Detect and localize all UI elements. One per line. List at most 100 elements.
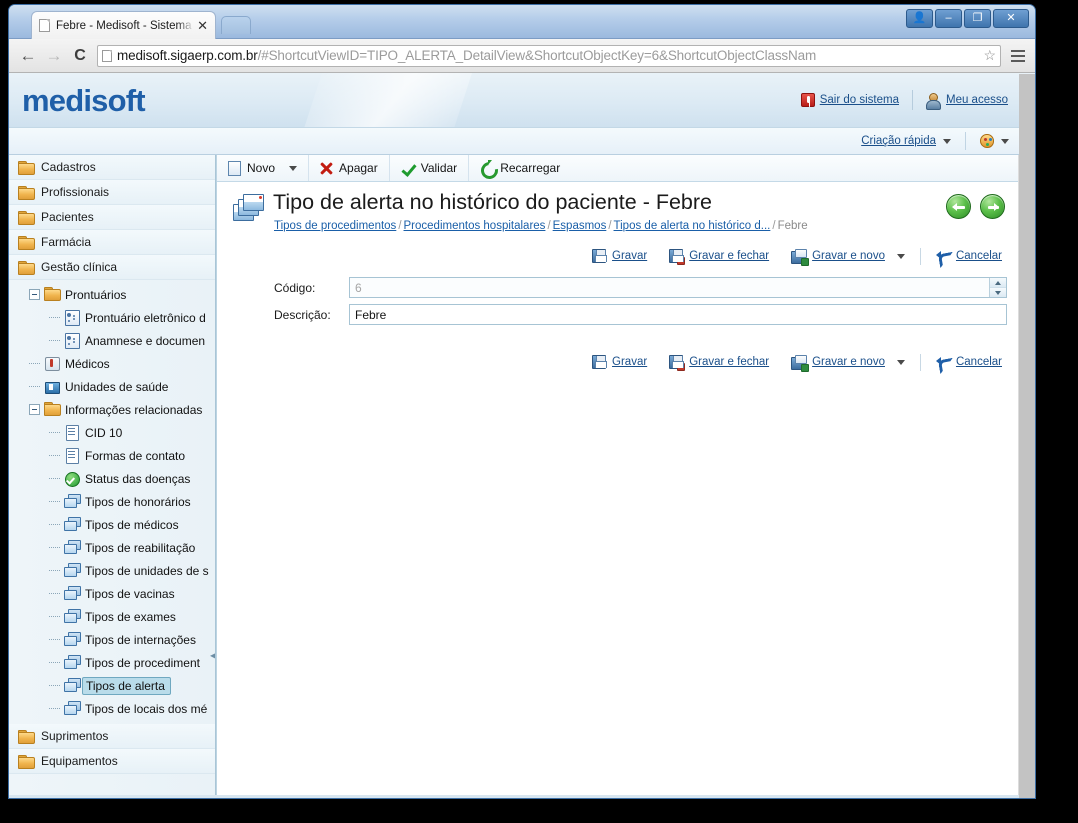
delete-button[interactable]: Apagar [309,155,390,181]
reload-icon[interactable]: C [67,43,93,69]
browser-tab[interactable]: Febre - Medisoft - Sistema de ✕ [31,11,216,39]
descricao-input[interactable] [350,305,1006,324]
tree-item-tipos-de-unidades-de-saude[interactable]: Tipos de unidades de s [9,559,215,582]
save-label[interactable]: Gravar [612,250,647,262]
tree-item-cid-10[interactable]: CID 10 [9,421,215,444]
tree-item-label: Tipos de procediment [85,655,200,670]
save-and-new-button-top[interactable]: Gravar e novo [780,249,916,266]
close-icon[interactable]: ✕ [993,9,1029,28]
tree-item-tipos-de-procedimentos[interactable]: Tipos de procediment [9,651,215,674]
save-button-bottom[interactable]: Gravar [581,355,658,369]
url-text: medisoft.sigaerp.com.br/#ShortcutViewID=… [117,48,981,63]
breadcrumb-item-1[interactable]: Procedimentos hospitalares [404,220,546,232]
cancel-button-bottom[interactable]: Cancelar [925,356,1013,369]
sidebar-item-farmacia[interactable]: Farmácia [9,230,215,255]
tree-item-tipos-de-alerta[interactable]: Tipos de alerta [9,674,215,697]
nav-forward-circle-icon[interactable] [980,194,1005,219]
new-tab-button[interactable] [221,16,251,34]
save-button-top[interactable]: Gravar [581,249,658,263]
window-scrollbar[interactable] [1019,74,1035,798]
save-and-close-button-top[interactable]: Gravar e fechar [658,249,780,265]
collapse-expander-icon[interactable] [29,289,40,300]
tree-item-informacoes-relacionadas[interactable]: Informações relacionadas [9,398,215,421]
tree-item-tipos-de-vacinas[interactable]: Tipos de vacinas [9,582,215,605]
save-and-new-button-bottom[interactable]: Gravar e novo [780,355,916,372]
forward-arrow-icon[interactable]: → [41,43,67,69]
tree-item-prontuario-eletronico[interactable]: Prontuário eletrônico d [9,306,215,329]
tree-item-unidades-de-saude[interactable]: Unidades de saúde [9,375,215,398]
tree-item-prontuarios[interactable]: Prontuários [9,283,215,306]
stepper-down-icon[interactable] [990,288,1006,297]
save-and-new-label[interactable]: Gravar e novo [812,356,885,368]
codigo-field[interactable] [349,277,1007,298]
descricao-field[interactable] [349,304,1007,325]
cancel-label[interactable]: Cancelar [956,356,1002,368]
user-icon[interactable]: 👤 [906,9,933,28]
quantity-stepper[interactable] [989,278,1006,297]
save-label[interactable]: Gravar [612,356,647,368]
address-bar[interactable]: medisoft.sigaerp.com.br/#ShortcutViewID=… [97,44,1001,67]
chevron-down-icon[interactable] [1001,138,1009,144]
sidebar-item-pacientes[interactable]: Pacientes [9,205,215,230]
sidebar-item-equipamentos[interactable]: Equipamentos [9,749,215,774]
chevron-down-icon[interactable] [896,253,905,259]
new-button[interactable]: Novo [217,155,310,181]
nav-back-circle-icon[interactable] [946,194,971,219]
sidebar-scroll-indicator[interactable]: ◀ [210,652,215,668]
validate-button[interactable]: Validar [390,155,470,181]
minimize-icon[interactable]: – [935,9,962,28]
tree-item-anamnese[interactable]: Anamnese e documen [9,329,215,352]
save-and-close-label[interactable]: Gravar e fechar [689,250,769,262]
tree-item-tipos-de-internacoes[interactable]: Tipos de internações [9,628,215,651]
chevron-down-icon[interactable] [896,359,905,365]
theme-menu[interactable] [966,134,1023,148]
quick-create-label[interactable]: Criação rápida [861,135,936,147]
cards-icon [64,517,81,532]
reload-button[interactable]: Recarregar [469,155,571,181]
tree-item-medicos[interactable]: Médicos [9,352,215,375]
cancel-label[interactable]: Cancelar [956,250,1002,262]
logout-link[interactable]: Sair do sistema [788,93,912,107]
tree-item-tipos-de-exames[interactable]: Tipos de exames [9,605,215,628]
breadcrumb-item-2[interactable]: Espasmos [553,220,607,232]
save-and-close-button-bottom[interactable]: Gravar e fechar [658,355,780,371]
my-access-link[interactable]: Meu acesso [913,92,1021,110]
breadcrumb-item-3[interactable]: Tipos de alerta no histórico d... [614,220,771,232]
bookmark-star-icon[interactable]: ☆ [981,47,998,64]
back-arrow-icon[interactable]: ← [15,43,41,69]
tree-item-tipos-de-locais-dos-medicos[interactable]: Tipos de locais dos mé [9,697,215,720]
hamburger-menu-icon[interactable] [1007,44,1029,68]
logout-label[interactable]: Sair do sistema [820,94,899,106]
app-logo[interactable]: medisoft [22,83,146,119]
cards-icon [64,655,81,670]
sidebar-item-profissionais[interactable]: Profissionais [9,180,215,205]
chevron-down-icon[interactable] [943,138,951,144]
folder-icon [44,402,61,417]
tree-item-tipos-de-reabilitacao[interactable]: Tipos de reabilitação [9,536,215,559]
stepper-up-icon[interactable] [990,278,1006,288]
tree-item-formas-de-contato[interactable]: Formas de contato [9,444,215,467]
cards-icon [64,632,81,647]
collapse-expander-icon[interactable] [29,404,40,415]
cancel-button-top[interactable]: Cancelar [925,250,1013,263]
sidebar-item-cadastros[interactable]: Cadastros [9,155,215,180]
sidebar-item-gestao-clinica[interactable]: Gestão clínica [9,255,215,280]
chevron-down-icon[interactable] [289,165,298,171]
field-row-codigo: Código: [217,274,1035,301]
browser-navbar: ← → C medisoft.sigaerp.com.br/#ShortcutV… [9,39,1035,73]
cards-icon [64,609,81,624]
tree-item-tipos-de-medicos[interactable]: Tipos de médicos [9,513,215,536]
quick-create-menu[interactable]: Criação rápida [847,135,965,147]
app-subbar: Criação rápida [9,128,1035,155]
action-row-top: Gravar Gravar e fechar Gravar e novo Can… [217,244,1035,268]
save-and-close-label[interactable]: Gravar e fechar [689,356,769,368]
my-access-label[interactable]: Meu acesso [946,94,1008,106]
tree-item-tipos-de-honorarios[interactable]: Tipos de honorários [9,490,215,513]
save-and-new-label[interactable]: Gravar e novo [812,250,885,262]
maximize-icon[interactable]: ❐ [964,9,991,28]
sidebar-item-suprimentos[interactable]: Suprimentos [9,724,215,749]
breadcrumb-item-0[interactable]: Tipos de procedimentos [274,220,396,232]
codigo-input[interactable] [350,278,989,297]
tab-close-icon[interactable]: ✕ [194,19,211,32]
tree-item-status-das-doencas[interactable]: Status das doenças [9,467,215,490]
